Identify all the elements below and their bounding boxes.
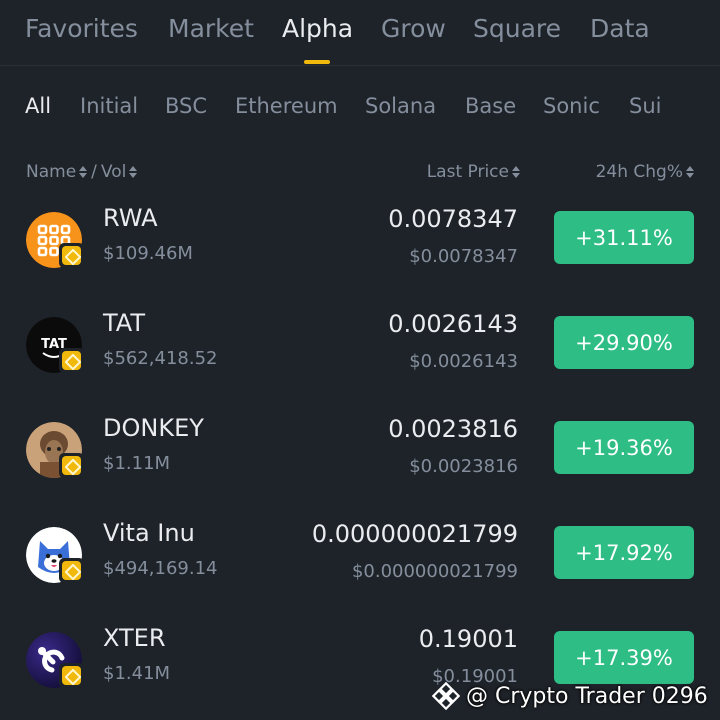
- tab-data[interactable]: Data: [590, 14, 650, 43]
- bnb-chain-badge-icon: [59, 348, 84, 373]
- price-usd: $0.0026143: [409, 351, 518, 372]
- tab-grow[interactable]: Grow: [381, 14, 446, 43]
- top-tab-bar: Favorites Market Alpha Grow Square Data: [0, 0, 720, 66]
- change-badge: +29.90%: [554, 316, 694, 369]
- sort-arrows-icon[interactable]: [79, 166, 88, 178]
- header-last-price[interactable]: Last Price: [427, 162, 520, 182]
- price-usd: $0.000000021799: [351, 561, 518, 582]
- token-symbol: RWA: [103, 204, 158, 232]
- token-symbol: XTER: [103, 624, 166, 652]
- tab-favorites[interactable]: Favorites: [25, 14, 138, 43]
- chain-ethereum[interactable]: Ethereum: [235, 94, 338, 118]
- table-row[interactable]: Vita Inu $494,169.14 0.000000021799 $0.0…: [0, 510, 720, 615]
- token-symbol: TAT: [103, 309, 146, 337]
- bnb-chain-badge-icon: [59, 558, 84, 583]
- price-usd: $0.0078347: [409, 246, 518, 267]
- sort-arrows-icon: [686, 166, 694, 178]
- tab-market[interactable]: Market: [168, 14, 254, 43]
- bnb-chain-badge-icon: [59, 243, 84, 268]
- bnb-chain-badge-icon: [59, 663, 84, 688]
- sort-by-vol[interactable]: Vol: [101, 162, 126, 182]
- tab-alpha[interactable]: Alpha: [282, 14, 353, 43]
- chain-bsc[interactable]: BSC: [165, 94, 207, 118]
- last-price: 0.0023816: [388, 415, 518, 443]
- chain-base[interactable]: Base: [465, 94, 516, 118]
- header-last-price-label: Last Price: [426, 162, 509, 182]
- token-symbol: Vita Inu: [103, 519, 195, 547]
- last-price: 0.19001: [418, 625, 518, 653]
- sort-by-name[interactable]: Name: [26, 162, 76, 182]
- watermark: @ Crypto Trader 0296: [432, 679, 708, 713]
- change-badge: +19.36%: [554, 421, 694, 474]
- last-price: 0.0026143: [388, 310, 518, 338]
- chain-sonic[interactable]: Sonic: [543, 94, 600, 118]
- chain-sui[interactable]: Sui: [629, 94, 661, 118]
- token-volume: $1.11M: [103, 453, 171, 474]
- change-badge: +17.39%: [554, 631, 694, 684]
- table-row[interactable]: DONKEY $1.11M 0.0023816 $0.0023816 +19.3…: [0, 405, 720, 510]
- token-symbol: DONKEY: [103, 414, 204, 442]
- last-price: 0.0078347: [388, 205, 518, 233]
- table-row[interactable]: RWA $109.46M 0.0078347 $0.0078347 +31.11…: [0, 195, 720, 300]
- header-separator: /: [91, 162, 97, 182]
- tab-square[interactable]: Square: [473, 14, 561, 43]
- watermark-text: @ Crypto Trader 0296: [466, 683, 708, 709]
- price-usd: $0.0023816: [409, 456, 518, 477]
- sort-arrows-icon[interactable]: [129, 166, 138, 178]
- header-change[interactable]: 24h Chg%: [596, 162, 694, 182]
- chain-initial[interactable]: Initial: [80, 94, 138, 118]
- token-volume: $109.46M: [103, 243, 193, 264]
- sort-arrows-icon: [512, 166, 520, 178]
- binance-logo-icon: [432, 682, 460, 710]
- active-tab-indicator: [304, 60, 330, 64]
- header-change-label: 24h Chg%: [595, 162, 683, 182]
- chain-solana[interactable]: Solana: [365, 94, 436, 118]
- token-volume: $1.41M: [103, 663, 171, 684]
- token-volume: $562,418.52: [103, 348, 218, 369]
- header-name-vol: Name / Vol: [26, 162, 138, 182]
- change-badge: +31.11%: [554, 211, 694, 264]
- table-row[interactable]: TAT TAT $562,418.52 0.0026143 $0.0026143…: [0, 300, 720, 405]
- bnb-chain-badge-icon: [59, 453, 84, 478]
- chain-all[interactable]: All: [25, 94, 51, 118]
- token-volume: $494,169.14: [103, 558, 218, 579]
- last-price: 0.000000021799: [311, 520, 518, 548]
- change-badge: +17.92%: [554, 526, 694, 579]
